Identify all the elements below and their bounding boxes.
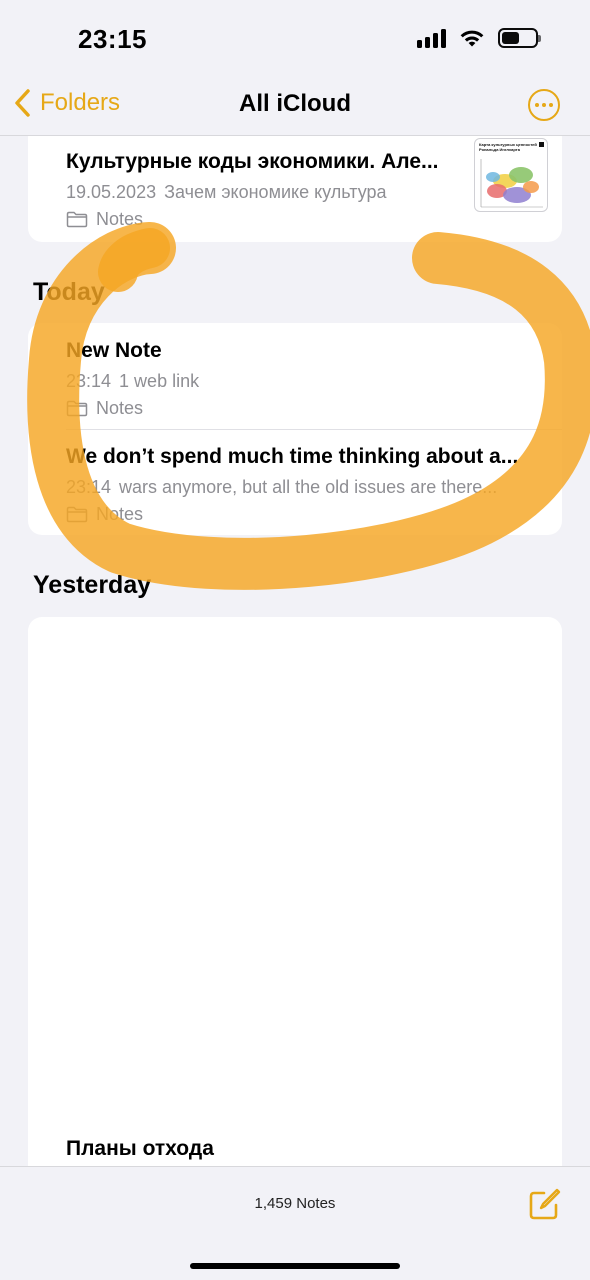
note-title: Культурные коды экономики. Але... [66,150,439,173]
folder-icon [66,400,88,417]
signal-icon [417,28,446,48]
folder-icon [66,506,88,523]
more-button[interactable] [528,89,560,121]
today-notes-card: New Note 23:14 1 web link Notes We don’t … [28,323,562,535]
screen: 23:15 Folders All iCloud Культурные коды… [0,0,590,1280]
list-item[interactable]: Культурные коды экономики. Але... 19.05.… [66,150,452,230]
note-title: Планы отхода [66,1137,214,1160]
compose-icon [529,1188,561,1220]
status-icons [417,28,541,48]
section-header-today: Today [33,278,105,306]
wifi-icon [460,30,484,47]
list-item[interactable]: Планы отхода [66,1137,542,1161]
note-preview: wars anymore, but all the old issues are… [119,477,498,497]
note-title: We don’t spend much time thinking about … [66,445,519,468]
note-thumbnail: Карта культурных ценностей Рональда Ингл… [474,138,548,212]
battery-icon [498,28,541,48]
note-folder: Notes [66,209,452,230]
status-time: 23:15 [78,24,147,54]
notes-count: 1,459 Notes [254,1195,336,1212]
status-bar: 23:15 [0,0,590,80]
folder-label: Notes [96,398,144,418]
list-item[interactable]: We don’t spend much time thinking about … [66,445,542,525]
thumbnail-map-image [480,142,544,208]
list-item[interactable]: New Note 23:14 1 web link Notes [66,339,542,419]
nav-bar: Folders All iCloud [0,80,590,136]
divider [66,429,562,430]
note-time: 23:14 [66,477,112,497]
note-folder: Notes [66,398,542,419]
folder-icon [66,211,88,228]
pinned-notes-card: Культурные коды экономики. Але... 19.05.… [28,124,562,242]
bottom-toolbar: 1,459 Notes [0,1166,590,1280]
note-meta: 23:14 wars anymore, but all the old issue… [66,477,542,498]
note-time: 23:14 [66,371,112,391]
folder-label: Notes [96,504,144,524]
page-title: All iCloud [239,90,351,117]
note-preview: 1 web link [119,371,200,391]
section-header-yesterday: Yesterday [33,571,152,599]
yesterday-notes-card: Планы отхода [28,617,562,1217]
home-indicator[interactable] [190,1263,400,1269]
note-meta: 19.05.2023 Зачем экономике культура [66,182,452,203]
compose-button[interactable] [528,1187,562,1221]
note-preview: Зачем экономике культура [164,182,387,202]
note-meta: 23:14 1 web link [66,371,542,392]
note-date: 19.05.2023 [66,182,157,202]
more-icon [535,103,539,107]
note-title: New Note [66,339,162,362]
note-folder: Notes [66,504,542,525]
folder-label: Notes [96,209,144,229]
